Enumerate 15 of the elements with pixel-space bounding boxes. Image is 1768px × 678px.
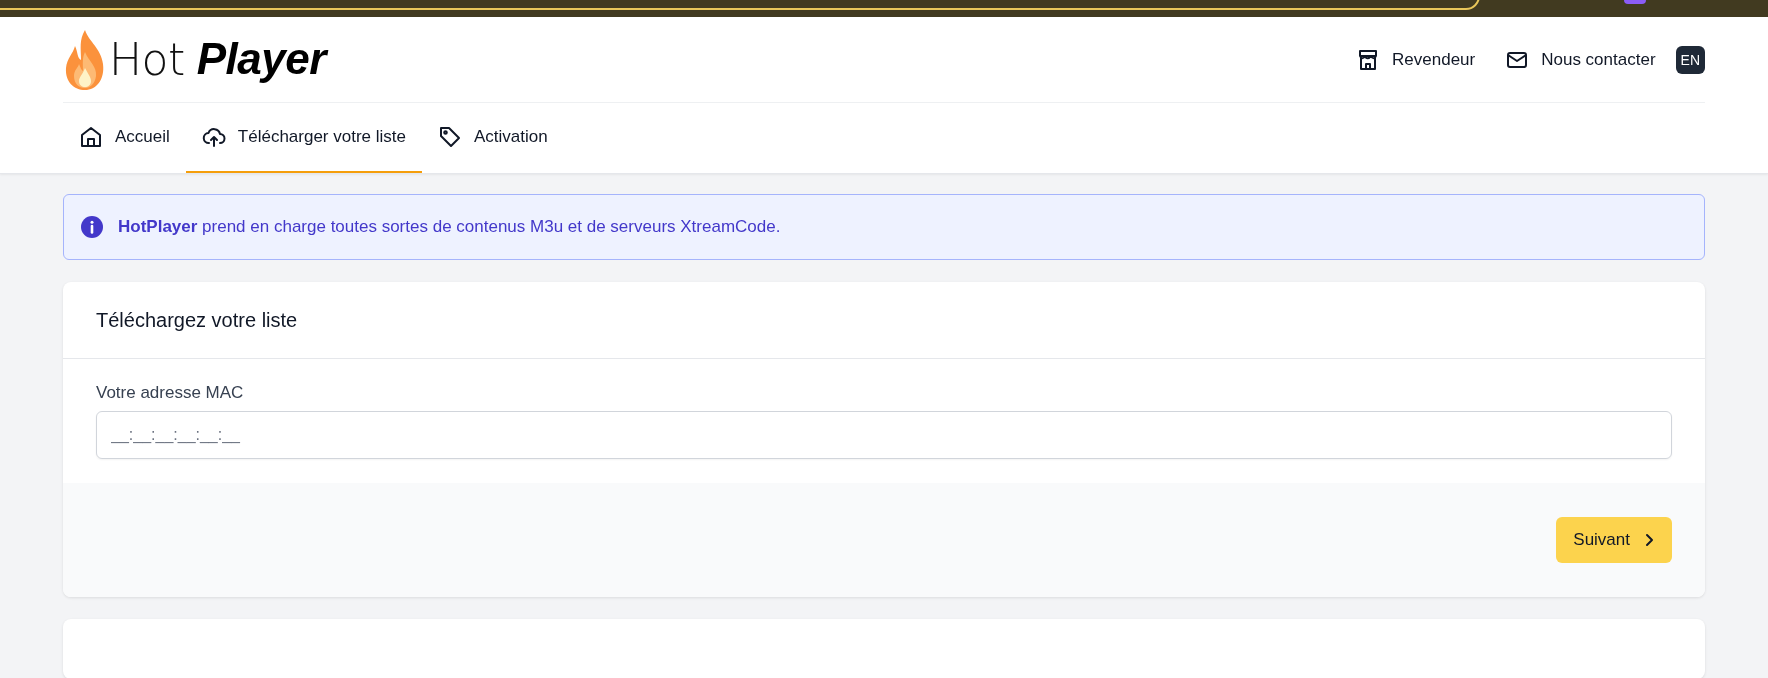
tag-icon [438, 125, 462, 149]
field-label: Votre adresse MAC [96, 383, 245, 403]
header-link[interactable]: Revendeur [1356, 47, 1476, 72]
home-icon [79, 125, 103, 149]
nav-tab[interactable]: Accueil [63, 103, 186, 173]
header-link[interactable]: Nous contacter [1505, 47, 1656, 72]
alert-message: HotPlayer prend en charge toutes sortes de contenus M3u et de serveurs XtreamCode. [118, 217, 781, 237]
cloud-upload-icon [201, 125, 226, 149]
language-button[interactable]: EN [1675, 45, 1705, 74]
nav-tab[interactable]: Télécharger votre liste [185, 103, 422, 173]
card-title: Téléchargez votre liste [96, 308, 298, 332]
nav-tab[interactable]: Activation [422, 103, 564, 173]
mac-address-field[interactable]: __:__:__:__:__:__ [96, 411, 1672, 459]
info-icon [80, 215, 104, 239]
next-button[interactable]: Suivant [1556, 517, 1672, 563]
